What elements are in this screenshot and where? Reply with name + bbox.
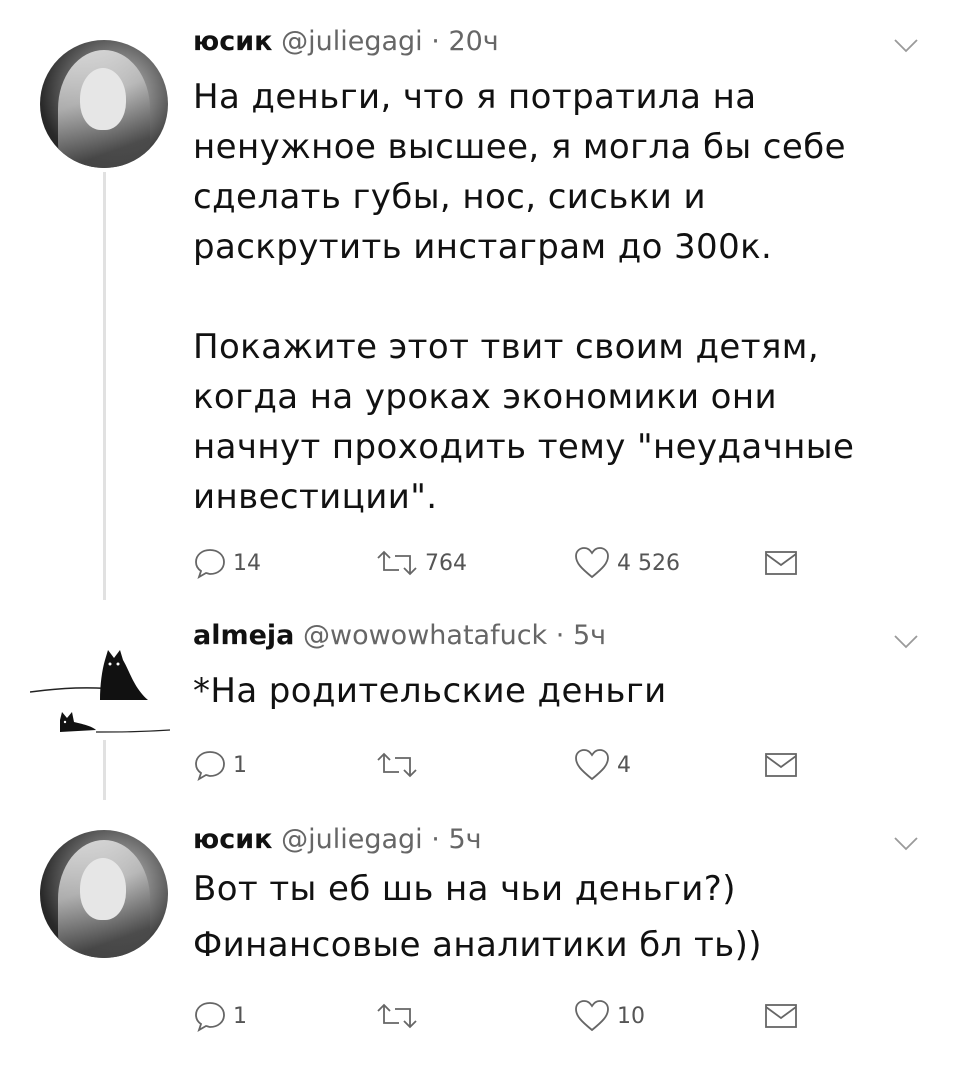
reply-icon (195, 549, 225, 579)
thread-line (103, 740, 106, 800)
retweet-button[interactable]: 764 (375, 543, 467, 583)
tweet-paragraph: Финансовые аналитики бл ть)) (193, 925, 762, 965)
chevron-down-icon[interactable] (893, 38, 919, 54)
like-count: 4 (617, 752, 631, 778)
avatar-face (80, 858, 126, 920)
heart-icon (575, 749, 609, 781)
reply-count: 14 (233, 550, 261, 576)
avatar-face (80, 68, 126, 130)
retweet-button[interactable] (375, 745, 425, 785)
action-bar: 14 764 4 526 (193, 543, 833, 583)
separator-dot: · (431, 824, 440, 855)
user-handle[interactable]: @wowowhatafuck (303, 620, 547, 651)
reply-icon (195, 1002, 225, 1032)
display-name[interactable]: almeja (193, 620, 294, 651)
retweet-button[interactable] (375, 996, 425, 1036)
tweet-paragraph: Вот ты еб шь на чьи деньги?) (193, 869, 736, 909)
reply-button[interactable]: 1 (193, 745, 247, 785)
envelope-icon (765, 1004, 797, 1028)
avatar[interactable] (40, 40, 168, 168)
tweet-header: юсик @juliegagi · 20ч (193, 26, 499, 57)
tweet-text: *На родительские деньги (193, 666, 913, 716)
tweet-header: almeja @wowowhatafuck · 5ч (193, 620, 606, 651)
like-button[interactable]: 10 (573, 996, 645, 1036)
separator-dot: · (555, 620, 565, 651)
timestamp[interactable]: 5ч (573, 620, 606, 651)
chevron-down-icon[interactable] (893, 836, 919, 852)
like-button[interactable]: 4 526 (573, 543, 680, 583)
avatar[interactable] (40, 830, 168, 958)
reply-button[interactable]: 14 (193, 543, 261, 583)
user-handle[interactable]: @juliegagi (281, 824, 423, 855)
display-name[interactable]: юсик (193, 824, 273, 855)
action-bar: 1 4 (193, 745, 833, 785)
like-button[interactable]: 4 (573, 745, 631, 785)
envelope-icon (765, 753, 797, 777)
retweet-count: 764 (425, 550, 467, 576)
like-count: 4 526 (617, 550, 680, 576)
chevron-down-icon[interactable] (893, 634, 919, 650)
reply-count: 1 (233, 752, 247, 778)
reply-button[interactable]: 1 (193, 996, 247, 1036)
tweet-header: юсик @juliegagi · 5ч (193, 824, 482, 855)
dm-button[interactable] (763, 543, 799, 583)
envelope-icon (765, 551, 797, 575)
user-handle[interactable]: @juliegagi (281, 26, 423, 57)
reply-icon (195, 751, 225, 781)
timestamp[interactable]: 5ч (448, 824, 481, 855)
reply-count: 1 (233, 1003, 247, 1029)
action-bar: 1 10 (193, 996, 833, 1036)
separator-dot: · (431, 26, 440, 57)
timestamp[interactable]: 20ч (448, 26, 498, 57)
display-name[interactable]: юсик (193, 26, 273, 57)
cats-avatar-image (30, 650, 170, 733)
retweet-icon (377, 550, 417, 576)
dm-button[interactable] (763, 996, 799, 1036)
heart-icon (575, 547, 609, 579)
heart-icon (575, 1000, 609, 1032)
tweet-paragraph: На деньги, что я потратила на ненужное в… (193, 77, 846, 267)
tweet-text: На деньги, что я потратила на ненужное в… (193, 72, 913, 522)
like-count: 10 (617, 1003, 645, 1029)
tweet-paragraph: *На родительские деньги (193, 671, 667, 711)
retweet-icon (377, 752, 417, 778)
retweet-icon (377, 1003, 417, 1029)
tweet-paragraph: Покажите этот твит своим детям, когда на… (193, 327, 855, 517)
tweet-text: Вот ты еб шь на чьи деньги?) Финансовые … (193, 864, 913, 970)
thread-line (103, 172, 106, 600)
dm-button[interactable] (763, 745, 799, 785)
